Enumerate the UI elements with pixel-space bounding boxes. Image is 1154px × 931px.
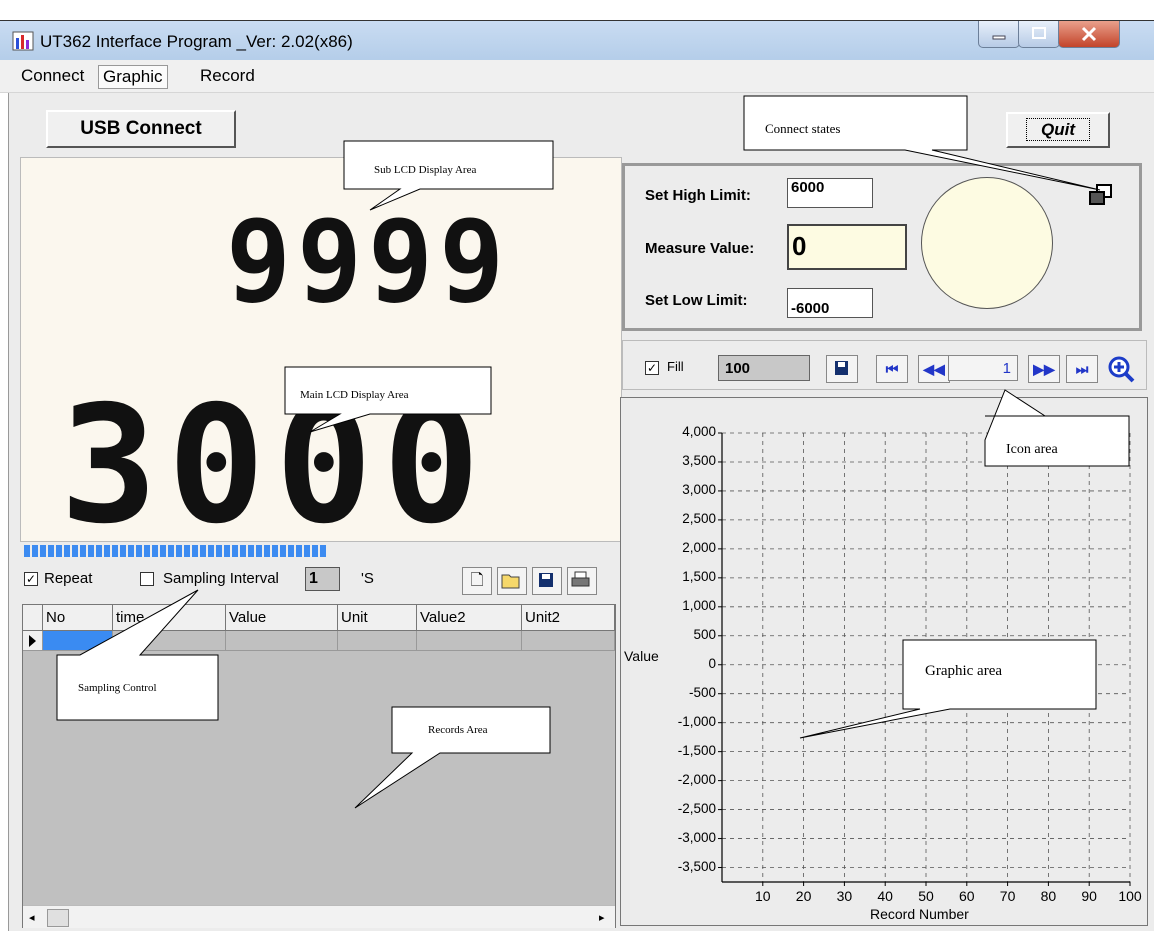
sub-lcd-text: Sub LCD Display Area bbox=[374, 164, 477, 176]
sampling-control-text: Sampling Control bbox=[78, 682, 157, 694]
records-area-text: Records Area bbox=[428, 724, 488, 736]
main-lcd-text: Main LCD Display Area bbox=[300, 389, 409, 401]
graphic-area-callout bbox=[799, 639, 1097, 739]
graphic-area-text: Graphic area bbox=[925, 663, 1003, 679]
records-area-callout bbox=[354, 706, 551, 809]
sampling-control-callout bbox=[56, 589, 219, 721]
connect-states-text: Connect states bbox=[765, 121, 841, 136]
callout-overlay bbox=[56, 95, 1130, 809]
connect-states-callout bbox=[743, 95, 1101, 191]
icon-area-text: Icon area bbox=[1006, 442, 1058, 457]
